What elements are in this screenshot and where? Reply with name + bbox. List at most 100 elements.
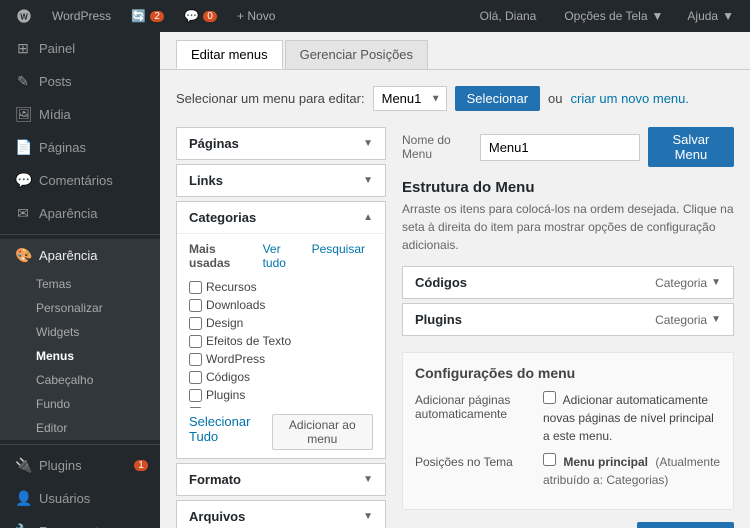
menu-name-input[interactable] <box>480 134 640 161</box>
site-name-bar[interactable]: WordPress <box>44 0 119 32</box>
accordion-arquivos-header[interactable]: Arquivos ▼ <box>177 501 385 528</box>
checkbox-bbpress[interactable] <box>189 407 202 409</box>
categorias-actions: Selecionar Tudo Adicionar ao menu <box>189 414 373 450</box>
accordion-formato-header[interactable]: Formato ▼ <box>177 464 385 495</box>
sidebar-item-usuarios[interactable]: 👤 Usuários <box>0 482 160 515</box>
menu-item-label-codigos: Códigos <box>415 275 467 290</box>
positions-desc: Menu principal <box>563 455 648 469</box>
help-chevron-icon: ▼ <box>722 9 734 23</box>
accordion-paginas-header[interactable]: Páginas ▼ <box>177 128 385 159</box>
tab-ver-tudo[interactable]: Ver tudo <box>263 242 304 270</box>
checkbox-recursos[interactable] <box>189 281 202 294</box>
menu-struct-item-codigos[interactable]: Códigos Categoria ▼ <box>402 266 734 299</box>
accordion-categorias-arrow: ▲ <box>363 212 373 223</box>
sidebar-item-comentarios[interactable]: 💬 Comentários <box>0 164 160 197</box>
list-item: WordPress <box>189 350 373 368</box>
submenu-fundo[interactable]: Fundo <box>0 392 160 416</box>
sidebar-item-aparencia[interactable]: 🎨 Aparência <box>0 239 160 272</box>
select-menu-label: Selecionar um menu para editar: <box>176 91 365 106</box>
bottom-actions-row: Excluir menu Salvar Menu <box>402 522 734 528</box>
help-bar[interactable]: Ajuda ▼ <box>679 0 742 32</box>
paginas-icon: 📄 <box>15 139 31 156</box>
accordion-links-header[interactable]: Links ▼ <box>177 165 385 196</box>
selecionar-tudo-link[interactable]: Selecionar Tudo <box>189 414 264 450</box>
criar-novo-menu-link[interactable]: criar um novo menu. <box>571 91 690 106</box>
wp-logo[interactable]: W <box>8 0 40 32</box>
sidebar-label-usuarios: Usuários <box>39 491 90 506</box>
accordion-categorias-header[interactable]: Categorias ▲ <box>177 202 385 233</box>
checkbox-plugins[interactable] <box>189 389 202 402</box>
menu-item-type-text-codigos: Categoria <box>655 276 707 290</box>
submenu-cabecalho[interactable]: Cabeçalho <box>0 368 160 392</box>
settings-title: Configurações do menu <box>415 365 721 381</box>
checkbox-design[interactable] <box>189 317 202 330</box>
checkbox-efeitos[interactable] <box>189 335 202 348</box>
sidebar-item-feedback[interactable]: ✉ Aparência <box>0 197 160 230</box>
submenu-menus[interactable]: Menus <box>0 344 160 368</box>
menu-item-label-plugins: Plugins <box>415 312 462 327</box>
sidebar-item-paginas[interactable]: 📄 Páginas <box>0 131 160 164</box>
add-pages-label: Adicionar páginas automaticamente <box>415 391 535 421</box>
new-content-bar[interactable]: + Novo <box>229 0 283 32</box>
comentarios-icon: 💬 <box>15 172 31 189</box>
left-panel: Páginas ▼ Links ▼ Categori <box>176 127 386 528</box>
checkbox-downloads[interactable] <box>189 299 202 312</box>
site-name-label: WordPress <box>52 9 111 23</box>
accordion-categorias-title: Categorias <box>189 210 256 225</box>
categorias-checkbox-list: Recursos Downloads Design Efeitos de Tex… <box>189 278 373 408</box>
sidebar-separator-2 <box>0 444 160 445</box>
plugins-badge: 1 <box>134 460 148 471</box>
save-menu-button-top[interactable]: Salvar Menu <box>648 127 734 167</box>
aparencia-icon: 🎨 <box>15 247 31 264</box>
comments-bar[interactable]: 💬 0 <box>176 0 225 32</box>
positions-label: Posições no Tema <box>415 453 535 469</box>
list-item: Plugins <box>189 386 373 404</box>
options-chevron-icon: ▼ <box>652 9 664 23</box>
menu-item-type-codigos: Categoria ▼ <box>655 276 721 290</box>
structure-title: Estrutura do Menu <box>402 179 734 196</box>
accordion-links-title: Links <box>189 173 223 188</box>
accordion-paginas: Páginas ▼ <box>176 127 386 160</box>
add-pages-desc: Adicionar automaticamente novas páginas … <box>543 393 714 443</box>
sidebar-item-plugins[interactable]: 🔌 Plugins 1 <box>0 449 160 482</box>
menu-select[interactable]: Menu1 <box>373 86 447 111</box>
positions-checkbox[interactable] <box>543 453 556 466</box>
sidebar: ⊞ Painel ✎ Posts 🖼 Mídia 📄 Páginas 💬 Com… <box>0 32 160 528</box>
midia-icon: 🖼 <box>15 106 31 123</box>
tab-gerenciar-posicoes[interactable]: Gerenciar Posições <box>285 40 428 69</box>
tab-mais-usadas[interactable]: Mais usadas <box>189 242 255 270</box>
accordion-arquivos: Arquivos ▼ <box>176 500 386 528</box>
submenu-widgets[interactable]: Widgets <box>0 320 160 344</box>
add-pages-checkbox[interactable] <box>543 391 556 404</box>
accordion-paginas-arrow: ▼ <box>363 138 373 149</box>
sidebar-label-midia: Mídia <box>39 107 71 122</box>
adicionar-ao-menu-button[interactable]: Adicionar ao menu <box>272 414 373 450</box>
sidebar-item-ferramentas[interactable]: 🔧 Ferramentas <box>0 515 160 528</box>
tab-pesquisar[interactable]: Pesquisar <box>312 242 365 270</box>
sidebar-item-posts[interactable]: ✎ Posts <box>0 65 160 98</box>
sidebar-label-ferramentas: Ferramentas <box>39 524 113 528</box>
submenu-editor[interactable]: Editor <box>0 416 160 440</box>
submenu-personalizar[interactable]: Personalizar <box>0 296 160 320</box>
checkbox-codigos[interactable] <box>189 371 202 384</box>
categorias-list-container: Recursos Downloads Design Efeitos de Tex… <box>189 278 373 408</box>
menu-item-type-plugins: Categoria ▼ <box>655 313 721 327</box>
screen-options-bar[interactable]: Opções de Tela ▼ <box>556 0 671 32</box>
selecionar-button[interactable]: Selecionar <box>455 86 540 111</box>
posts-icon: ✎ <box>15 73 31 90</box>
list-item: Recursos <box>189 278 373 296</box>
update-count: 2 <box>150 11 164 22</box>
admin-bar: W WordPress 🔄 2 💬 0 + Novo Olá, Diana Op… <box>0 0 750 32</box>
menu-struct-item-plugins[interactable]: Plugins Categoria ▼ <box>402 303 734 336</box>
sidebar-item-painel[interactable]: ⊞ Painel <box>0 32 160 65</box>
checkbox-wordpress[interactable] <box>189 353 202 366</box>
submenu-temas[interactable]: Temas <box>0 272 160 296</box>
list-item: Códigos <box>189 368 373 386</box>
menu-settings: Configurações do menu Adicionar páginas … <box>402 352 734 510</box>
updates-bar[interactable]: 🔄 2 <box>123 0 172 32</box>
sidebar-item-midia[interactable]: 🖼 Mídia <box>0 98 160 131</box>
tab-editar-menus[interactable]: Editar menus <box>176 40 283 69</box>
sidebar-label-painel: Painel <box>39 41 75 56</box>
save-menu-button-bottom[interactable]: Salvar Menu <box>637 522 734 528</box>
setting-row-add-pages: Adicionar páginas automaticamente Adicio… <box>415 391 721 445</box>
